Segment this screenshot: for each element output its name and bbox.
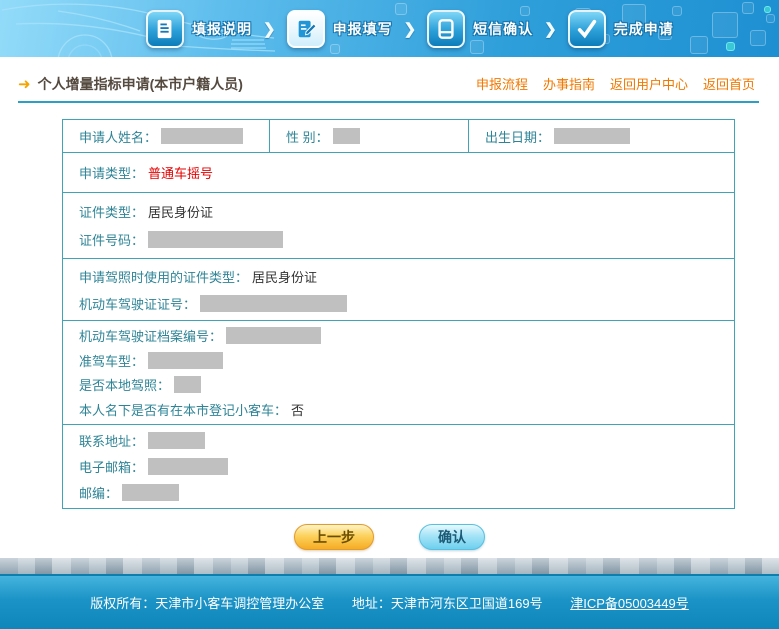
license-id-type-value: 居民身份证 <box>252 267 317 286</box>
field-apply-type: 申请类型： 普通车摇号 <box>79 163 734 183</box>
link-service-guide[interactable]: 办事指南 <box>543 74 595 93</box>
link-back-user-center[interactable]: 返回用户中心 <box>610 74 688 93</box>
field-license-file-number: 机动车驾驶证档案编号： <box>79 326 734 346</box>
link-back-home[interactable]: 返回首页 <box>703 74 755 93</box>
sms-phone-icon <box>427 10 465 48</box>
city-skyline-strip <box>0 558 779 574</box>
title-divider <box>18 101 759 103</box>
row-apply-type: 申请类型： 普通车摇号 <box>63 152 734 192</box>
step-fill-application: 申报填写 <box>287 10 393 48</box>
step-label: 完成申请 <box>614 19 674 39</box>
step-sms-confirm: 短信确认 <box>427 10 533 48</box>
masked-local-license <box>174 376 201 393</box>
masked-address <box>148 432 205 449</box>
footer: 版权所有：天津市小客车调控管理办公室 地址：天津市河东区卫国道169号 津ICP… <box>0 574 779 629</box>
field-vehicle-class: 准驾车型： <box>79 350 734 370</box>
prev-step-button[interactable]: 上一步 <box>294 524 374 550</box>
progress-steps: 填报说明 ❯ 申报填写 ❯ <box>146 8 674 49</box>
application-page: 填报说明 ❯ 申报填写 ❯ <box>0 0 779 629</box>
masked-applicant-name <box>161 128 243 144</box>
field-license-id-type: 申请驾照时使用的证件类型： 居民身份证 <box>79 266 734 286</box>
row-id-info: 证件类型： 居民身份证 证件号码： <box>63 192 734 258</box>
row-license-detail: 机动车驾驶证档案编号： 准驾车型： 是否本地驾照： 本人名下是否有在本市登记小客… <box>63 320 734 424</box>
form-actions: 上一步 确认 <box>0 524 779 550</box>
checkmark-icon <box>568 10 606 48</box>
link-application-process[interactable]: 申报流程 <box>476 74 528 93</box>
masked-license-number <box>200 295 347 312</box>
document-icon <box>146 10 184 48</box>
step-label: 短信确认 <box>473 19 533 39</box>
step-label: 填报说明 <box>192 19 252 39</box>
copyright-text: 版权所有：天津市小客车调控管理办公室 <box>90 596 324 611</box>
field-gender: 性 别： <box>269 120 468 152</box>
apply-type-value: 普通车摇号 <box>148 163 213 182</box>
field-id-number: 证件号码： <box>79 230 734 250</box>
masked-license-file-number <box>226 327 321 344</box>
edit-form-icon <box>287 10 325 48</box>
id-type-value: 居民身份证 <box>148 202 213 221</box>
masked-id-number <box>148 231 283 248</box>
orange-arrow-icon: ➜ <box>18 75 31 93</box>
step-complete: 完成申请 <box>568 10 674 48</box>
field-email: 电子邮箱： <box>79 457 734 477</box>
masked-gender <box>333 128 360 144</box>
field-address: 联系地址： <box>79 431 734 451</box>
field-license-number: 机动车驾驶证证号： <box>79 293 734 313</box>
owns-car-value: 否 <box>291 400 304 419</box>
field-applicant-name: 申请人姓名： <box>63 120 269 152</box>
row-contact: 联系地址： 电子邮箱： 邮编： <box>63 424 734 508</box>
icp-link[interactable]: 津ICP备05003449号 <box>570 596 689 611</box>
step-arrow-icon: ❯ <box>404 20 417 38</box>
header-banner: 填报说明 ❯ 申报填写 ❯ <box>0 0 779 57</box>
masked-email <box>148 458 228 475</box>
page-title: 个人增量指标申请(本市户籍人员) <box>38 74 243 94</box>
page-header-row: ➜ 个人增量指标申请(本市户籍人员) 申报流程 办事指南 返回用户中心 返回首页 <box>0 57 779 97</box>
masked-birth-date <box>554 128 630 144</box>
field-id-type: 证件类型： 居民身份证 <box>79 201 734 221</box>
row-license-id: 申请驾照时使用的证件类型： 居民身份证 机动车驾驶证证号： <box>63 258 734 320</box>
header-nav: 申报流程 办事指南 返回用户中心 返回首页 <box>476 74 755 93</box>
footer-text: 版权所有：天津市小客车调控管理办公室 地址：天津市河东区卫国道169号 津ICP… <box>78 593 700 612</box>
field-zip-code: 邮编： <box>79 482 734 502</box>
field-owns-car: 本人名下是否有在本市登记小客车： 否 <box>79 399 734 419</box>
row-basic-info: 申请人姓名： 性 别： 出生日期： <box>63 120 734 152</box>
step-fill-instructions: 填报说明 <box>146 10 252 48</box>
masked-vehicle-class <box>148 352 223 369</box>
address-text: 地址：天津市河东区卫国道169号 <box>352 596 543 611</box>
field-local-license: 是否本地驾照： <box>79 375 734 395</box>
masked-zip-code <box>122 484 179 501</box>
application-form: 申请人姓名： 性 别： 出生日期： 申请类型： 普通车摇号 证件类型： 居民身份… <box>62 119 735 509</box>
confirm-button[interactable]: 确认 <box>419 524 485 550</box>
step-arrow-icon: ❯ <box>544 20 557 38</box>
step-arrow-icon: ❯ <box>263 20 276 38</box>
field-birth-date: 出生日期： <box>468 120 734 152</box>
step-label: 申报填写 <box>333 19 393 39</box>
